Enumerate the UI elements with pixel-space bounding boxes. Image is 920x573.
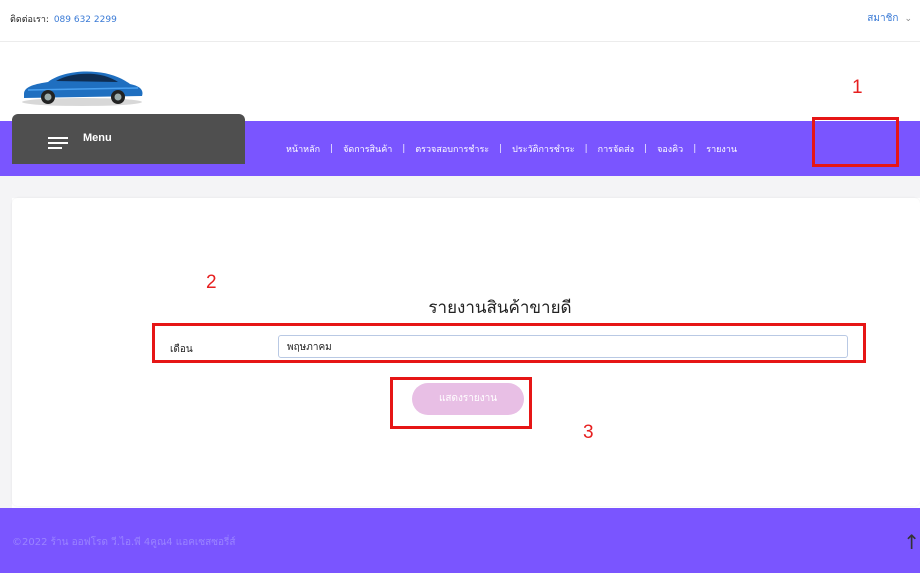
- contact-phone-link[interactable]: 089 632 2299: [54, 15, 117, 25]
- contact-label: ติดต่อเรา:: [10, 15, 49, 25]
- nav-item-booking[interactable]: จองคิว: [657, 142, 683, 156]
- menu-label: Menu: [83, 132, 112, 144]
- chevron-down-icon: ⌄: [904, 14, 912, 24]
- hamburger-icon: [48, 137, 68, 149]
- member-label: สมาชิก: [867, 13, 899, 24]
- annotation-marker-1: 1: [852, 77, 863, 98]
- content-background-left: [0, 198, 12, 508]
- scroll-top-icon[interactable]: ↑: [903, 530, 920, 554]
- nav-separator: |: [330, 144, 334, 154]
- top-bar: ติดต่อเรา: 089 632 2299 สมาชิก ⌄: [0, 0, 920, 42]
- member-dropdown[interactable]: สมาชิก ⌄: [867, 11, 912, 26]
- month-select[interactable]: พฤษภาคม: [278, 335, 848, 358]
- nav-item-home[interactable]: หน้าหลัก: [286, 142, 320, 156]
- nav-separator: |: [693, 144, 697, 154]
- highlight-box-report-nav: [812, 117, 899, 167]
- annotation-marker-2: 2: [206, 272, 217, 293]
- content-background: [0, 176, 920, 198]
- nav-item-report[interactable]: รายงาน: [706, 142, 737, 156]
- nav-item-check-payment[interactable]: ตรวจสอบการชำระ: [415, 142, 489, 156]
- footer-copyright: ©2022 ร้าน ออฟโรด วี.ไอ.พี 4คูณ4 แอคเซสซ…: [12, 537, 236, 548]
- nav-separator: |: [402, 144, 406, 154]
- nav-menu: หน้าหลัก | จัดการสินค้า | ตรวจสอบการชำระ…: [286, 142, 737, 156]
- month-label: เดือน: [170, 344, 193, 355]
- page-title: รายงานสินค้าขายดี: [428, 298, 572, 318]
- show-report-button[interactable]: แสดงรายงาน: [412, 383, 524, 415]
- annotation-marker-3: 3: [583, 422, 594, 443]
- nav-item-manage-products[interactable]: จัดการสินค้า: [343, 142, 392, 156]
- nav-item-payment-history[interactable]: ประวัติการชำระ: [512, 142, 574, 156]
- month-value: พฤษภาคม: [287, 342, 332, 353]
- nav-separator: |: [584, 144, 588, 154]
- nav-item-shipping[interactable]: การจัดส่ง: [598, 142, 634, 156]
- contact-info: ติดต่อเรา: 089 632 2299: [10, 12, 117, 26]
- footer: ©2022 ร้าน ออฟโรด วี.ไอ.พี 4คูณ4 แอคเซสซ…: [0, 508, 920, 573]
- nav-separator: |: [644, 144, 648, 154]
- menu-button[interactable]: Menu: [12, 114, 245, 164]
- car-logo[interactable]: [18, 64, 146, 108]
- nav-separator: |: [499, 144, 503, 154]
